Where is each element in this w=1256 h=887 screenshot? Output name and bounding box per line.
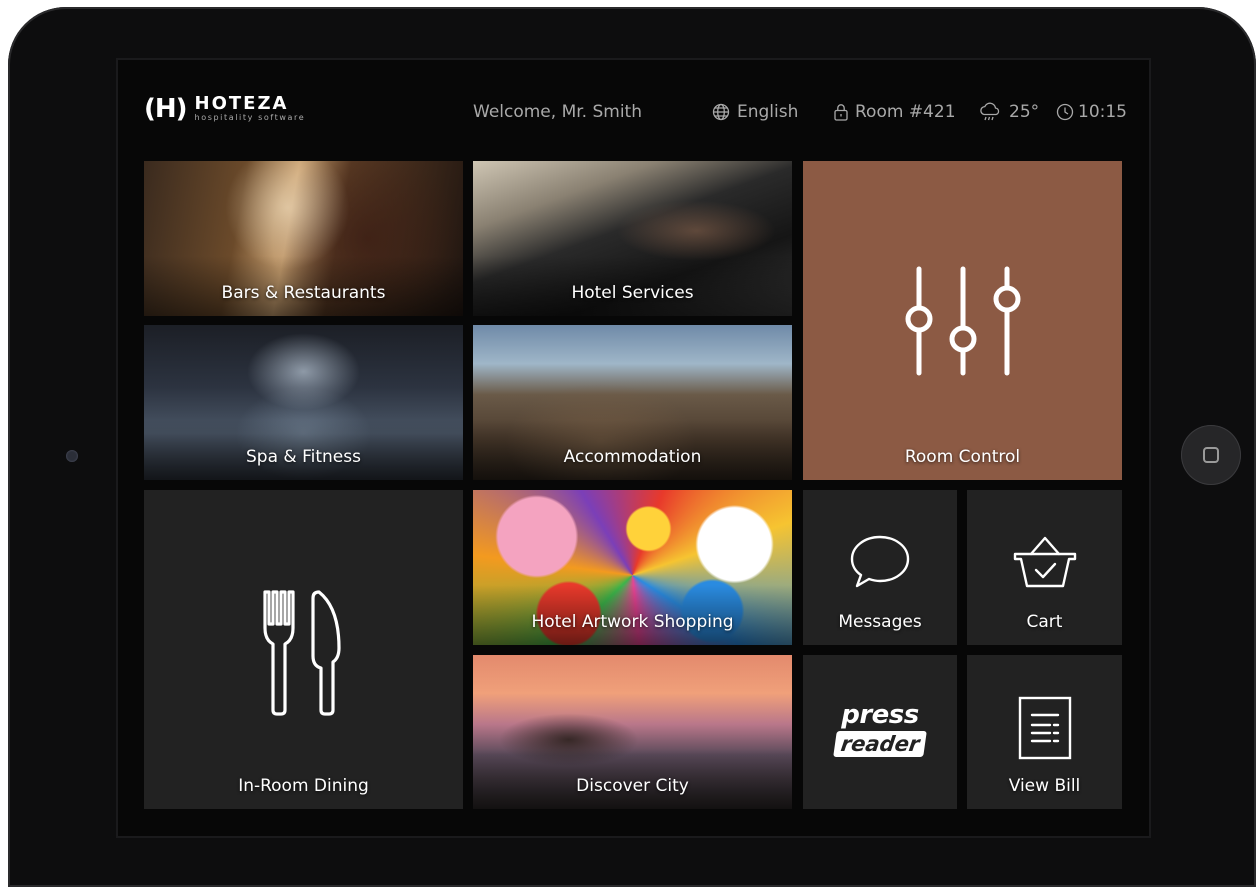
language-selector[interactable]: English xyxy=(712,102,798,122)
welcome-text: Welcome, Mr. Smith xyxy=(473,102,642,122)
tile-hotel-services[interactable]: Hotel Services xyxy=(473,161,792,316)
tile-room-control[interactable]: Room Control xyxy=(803,161,1122,480)
tile-messages[interactable]: Messages xyxy=(803,490,957,645)
time-label: 10:15 xyxy=(1078,102,1127,122)
tile-bill-label: View Bill xyxy=(1008,776,1081,796)
room-label: Room #421 xyxy=(855,102,956,122)
tile-bars-restaurants[interactable]: Bars & Restaurants xyxy=(144,161,463,316)
logo-name: HOTEZA xyxy=(194,93,289,114)
tile-pressreader[interactable]: press reader xyxy=(803,655,957,809)
room-number[interactable]: Room #421 xyxy=(834,102,956,122)
top-bar: (H) HOTEZA hospitality software Welcome,… xyxy=(118,60,1149,160)
tile-spa-fitness[interactable]: Spa & Fitness xyxy=(144,325,463,480)
hoteza-logo: (H) HOTEZA hospitality software xyxy=(144,94,305,124)
tile-services-label: Hotel Services xyxy=(571,283,694,303)
tile-discover-label: Discover City xyxy=(576,776,689,796)
pressreader-press: press xyxy=(841,700,919,730)
welcome-label: Welcome, Mr. Smith xyxy=(473,102,642,122)
bill-document-icon xyxy=(1018,696,1071,760)
weather-label: 25° xyxy=(1009,102,1040,122)
sliders-icon xyxy=(905,266,1020,376)
chat-bubble-icon xyxy=(850,535,910,588)
basket-icon xyxy=(1013,536,1076,588)
tile-cart-label: Cart xyxy=(1026,612,1063,632)
tile-dining-label: In-Room Dining xyxy=(238,776,369,796)
tile-messages-label: Messages xyxy=(838,612,922,632)
camera xyxy=(66,450,78,462)
screen: (H) HOTEZA hospitality software Welcome,… xyxy=(118,60,1149,836)
logo-tagline: hospitality software xyxy=(194,113,306,122)
home-button[interactable] xyxy=(1181,425,1241,485)
cloud-rain-icon xyxy=(980,102,1000,121)
tile-accommodation[interactable]: Accommodation xyxy=(473,325,792,480)
clock-icon xyxy=(1056,103,1074,121)
tile-room-control-label: Room Control xyxy=(904,447,1021,467)
home-button-icon xyxy=(1203,447,1219,463)
tile-bars-label: Bars & Restaurants xyxy=(221,283,386,303)
tile-discover-city[interactable]: Discover City xyxy=(473,655,792,809)
tile-accommodation-label: Accommodation xyxy=(563,447,702,467)
lock-icon xyxy=(834,104,848,121)
tile-spa-label: Spa & Fitness xyxy=(246,447,361,467)
tile-artwork-label: Hotel Artwork Shopping xyxy=(531,612,734,632)
tile-artwork-shopping[interactable]: Hotel Artwork Shopping xyxy=(473,490,792,645)
weather[interactable]: 25° xyxy=(978,102,1039,122)
pressreader-logo: press reader xyxy=(803,701,957,757)
logo-mark: (H) xyxy=(144,94,188,124)
pressreader-reader: reader xyxy=(839,732,921,756)
tile-cart[interactable]: Cart xyxy=(967,490,1122,645)
tile-in-room-dining[interactable]: In-Room Dining xyxy=(144,490,463,809)
fork-knife-icon xyxy=(262,590,341,716)
globe-icon xyxy=(712,103,730,121)
tile-view-bill[interactable]: View Bill xyxy=(967,655,1122,809)
clock: 10:15 xyxy=(1056,102,1127,122)
language-label: English xyxy=(737,102,799,122)
